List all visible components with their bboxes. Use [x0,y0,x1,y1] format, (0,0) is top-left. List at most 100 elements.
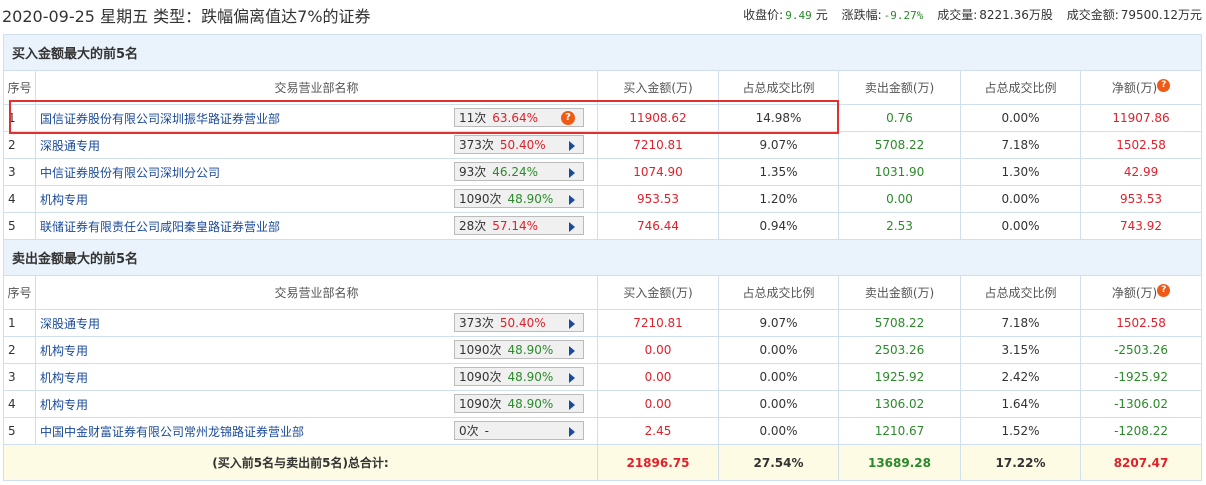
count-box[interactable]: 1090次 48.90% [454,189,584,208]
pct: 48.90% [507,343,554,357]
sell-ratio: 0.00% [960,104,1081,132]
broker-cell: 深股通专用 373次 50.40% [35,131,598,159]
broker-cell: 机构专用 1090次 48.90% [35,363,598,391]
column-header: 买入金额(万) [597,275,719,310]
count: 1090次 [459,343,502,357]
net-amount: 11907.86 [1079,104,1203,132]
seq: 4 [3,390,36,418]
count: 1090次 [459,192,502,206]
pct: 50.40% [499,138,546,152]
close-value: 9.49 [785,9,812,22]
count-box[interactable]: 0次 - [454,421,584,440]
arrow-right-icon[interactable] [569,141,575,151]
table-row: 3 机构专用 1090次 48.90% 0.00 0.00% 1925.92 2.… [3,363,1203,391]
section-title-row: 卖出金额最大的前5名 [2,239,1203,276]
sell-ratio: 1.30% [960,158,1081,186]
buy-ratio: 0.00% [718,336,839,364]
column-header: 序号 [3,70,36,105]
broker-cell: 机构专用 1090次 48.90% [35,336,598,364]
sell-amount: 1031.90 [838,158,961,186]
close-unit: 元 [815,8,828,22]
pct: 46.24% [492,165,539,179]
question-icon[interactable]: ? [1157,284,1171,297]
buy-amount: 953.53 [597,185,719,213]
count-box[interactable]: 93次 46.24% [454,162,584,181]
pct: 63.64% [492,111,539,125]
stock-stats: 收盘价: 9.49 元 涨跌幅: -9.27% 成交量: 8221.36万股 成交金额:… [733,6,1202,23]
arrow-right-icon[interactable] [569,222,575,232]
broker-link[interactable]: 深股通专用 [40,139,100,153]
volume-label: 成交量: [937,8,978,22]
sell-amount: 2.53 [838,212,961,240]
sell-amount: 1306.02 [838,390,961,418]
count-box[interactable]: 373次 50.40% [454,313,584,332]
count: 373次 [459,138,494,152]
table-row: 1 国信证券股份有限公司深圳振华路证券营业部 11次 63.64%? 11908.… [3,104,1203,132]
count-box[interactable]: 11次 63.64%? [454,108,584,127]
seq: 5 [3,417,36,445]
table-row: 4 机构专用 1090次 48.90% 953.53 1.20% 0.00 0.0… [3,185,1203,213]
column-header-row: 序号 交易营业部名称 买入金额(万) 占总成交比例 卖出金额(万) 占总成交比例 净额(万)… [3,275,1203,310]
sell-ratio: 3.15% [960,336,1081,364]
net-amount: 1502.58 [1079,131,1203,159]
broker-link[interactable]: 深股通专用 [40,317,100,331]
question-icon[interactable]: ? [1157,79,1171,92]
broker-link[interactable]: 机构专用 [40,398,88,412]
broker-link[interactable]: 中国中金财富证券有限公司常州龙锦路证券营业部 [40,425,304,439]
broker-cell: 机构专用 1090次 48.90% [35,390,598,418]
arrow-right-icon[interactable] [569,195,575,205]
table-row: 5 中国中金财富证券有限公司常州龙锦路证券营业部 0次 - 2.45 0.00% … [3,417,1203,445]
pct: 48.90% [507,397,554,411]
arrow-right-icon[interactable] [569,427,575,437]
count: 1090次 [459,370,502,384]
column-header: 买入金额(万) [597,70,719,105]
count: 1090次 [459,397,502,411]
broker-link[interactable]: 机构专用 [40,371,88,385]
column-header: 卖出金额(万) [838,275,961,310]
total-sell-ratio: 17.22% [960,444,1081,481]
count-box[interactable]: 1090次 48.90% [454,394,584,413]
arrow-right-icon[interactable] [569,373,575,383]
arrow-right-icon[interactable] [569,319,575,329]
arrow-right-icon[interactable] [569,168,575,178]
buy-ratio: 0.00% [718,390,839,418]
sell-amount: 5708.22 [838,309,961,337]
column-header: 交易营业部名称 [35,70,598,105]
arrow-right-icon[interactable] [569,346,575,356]
count: 0次 [459,424,479,438]
net-amount: 1502.58 [1079,309,1203,337]
count-box[interactable]: 1090次 48.90% [454,340,584,359]
question-icon[interactable]: ? [561,111,575,125]
total-label: (买入前5名与卖出前5名)总合计: [3,444,598,481]
table-row: 2 机构专用 1090次 48.90% 0.00 0.00% 2503.26 3.… [3,336,1203,364]
table-row: 4 机构专用 1090次 48.90% 0.00 0.00% 1306.02 1.… [3,390,1203,418]
buy-ratio: 0.00% [718,363,839,391]
sell-ratio: 7.18% [960,131,1081,159]
broker-link[interactable]: 机构专用 [40,193,88,207]
sell-ratio: 2.42% [960,363,1081,391]
buy-ratio: 9.07% [718,309,839,337]
broker-link[interactable]: 联储证券有限责任公司咸阳秦皇路证券营业部 [40,220,280,234]
pct: 50.40% [499,316,546,330]
section-title: 卖出金额最大的前5名 [2,239,1203,276]
arrow-right-icon[interactable] [569,400,575,410]
broker-cell: 中国中金财富证券有限公司常州龙锦路证券营业部 0次 - [35,417,598,445]
broker-cell: 联储证券有限责任公司咸阳秦皇路证券营业部 28次 57.14% [35,212,598,240]
count-box[interactable]: 1090次 48.90% [454,367,584,386]
total-sell: 13689.28 [838,444,961,481]
table-row: 3 中信证券股份有限公司深圳分公司 93次 46.24% 1074.90 1.35… [3,158,1203,186]
count-box[interactable]: 28次 57.14% [454,216,584,235]
broker-link[interactable]: 中信证券股份有限公司深圳分公司 [40,166,220,180]
broker-link[interactable]: 机构专用 [40,344,88,358]
seq: 1 [3,309,36,337]
seq: 3 [3,363,36,391]
broker-link[interactable]: 国信证券股份有限公司深圳振华路证券营业部 [40,112,280,126]
column-header: 净额(万)? [1079,70,1203,105]
count-box[interactable]: 373次 50.40% [454,135,584,154]
net-amount: -2503.26 [1079,336,1203,364]
buy-amount: 0.00 [597,336,719,364]
table-row: 5 联储证券有限责任公司咸阳秦皇路证券营业部 28次 57.14% 746.44 … [3,212,1203,240]
buy-amount: 1074.90 [597,158,719,186]
broker-cell: 中信证券股份有限公司深圳分公司 93次 46.24% [35,158,598,186]
buy-ratio: 1.20% [718,185,839,213]
